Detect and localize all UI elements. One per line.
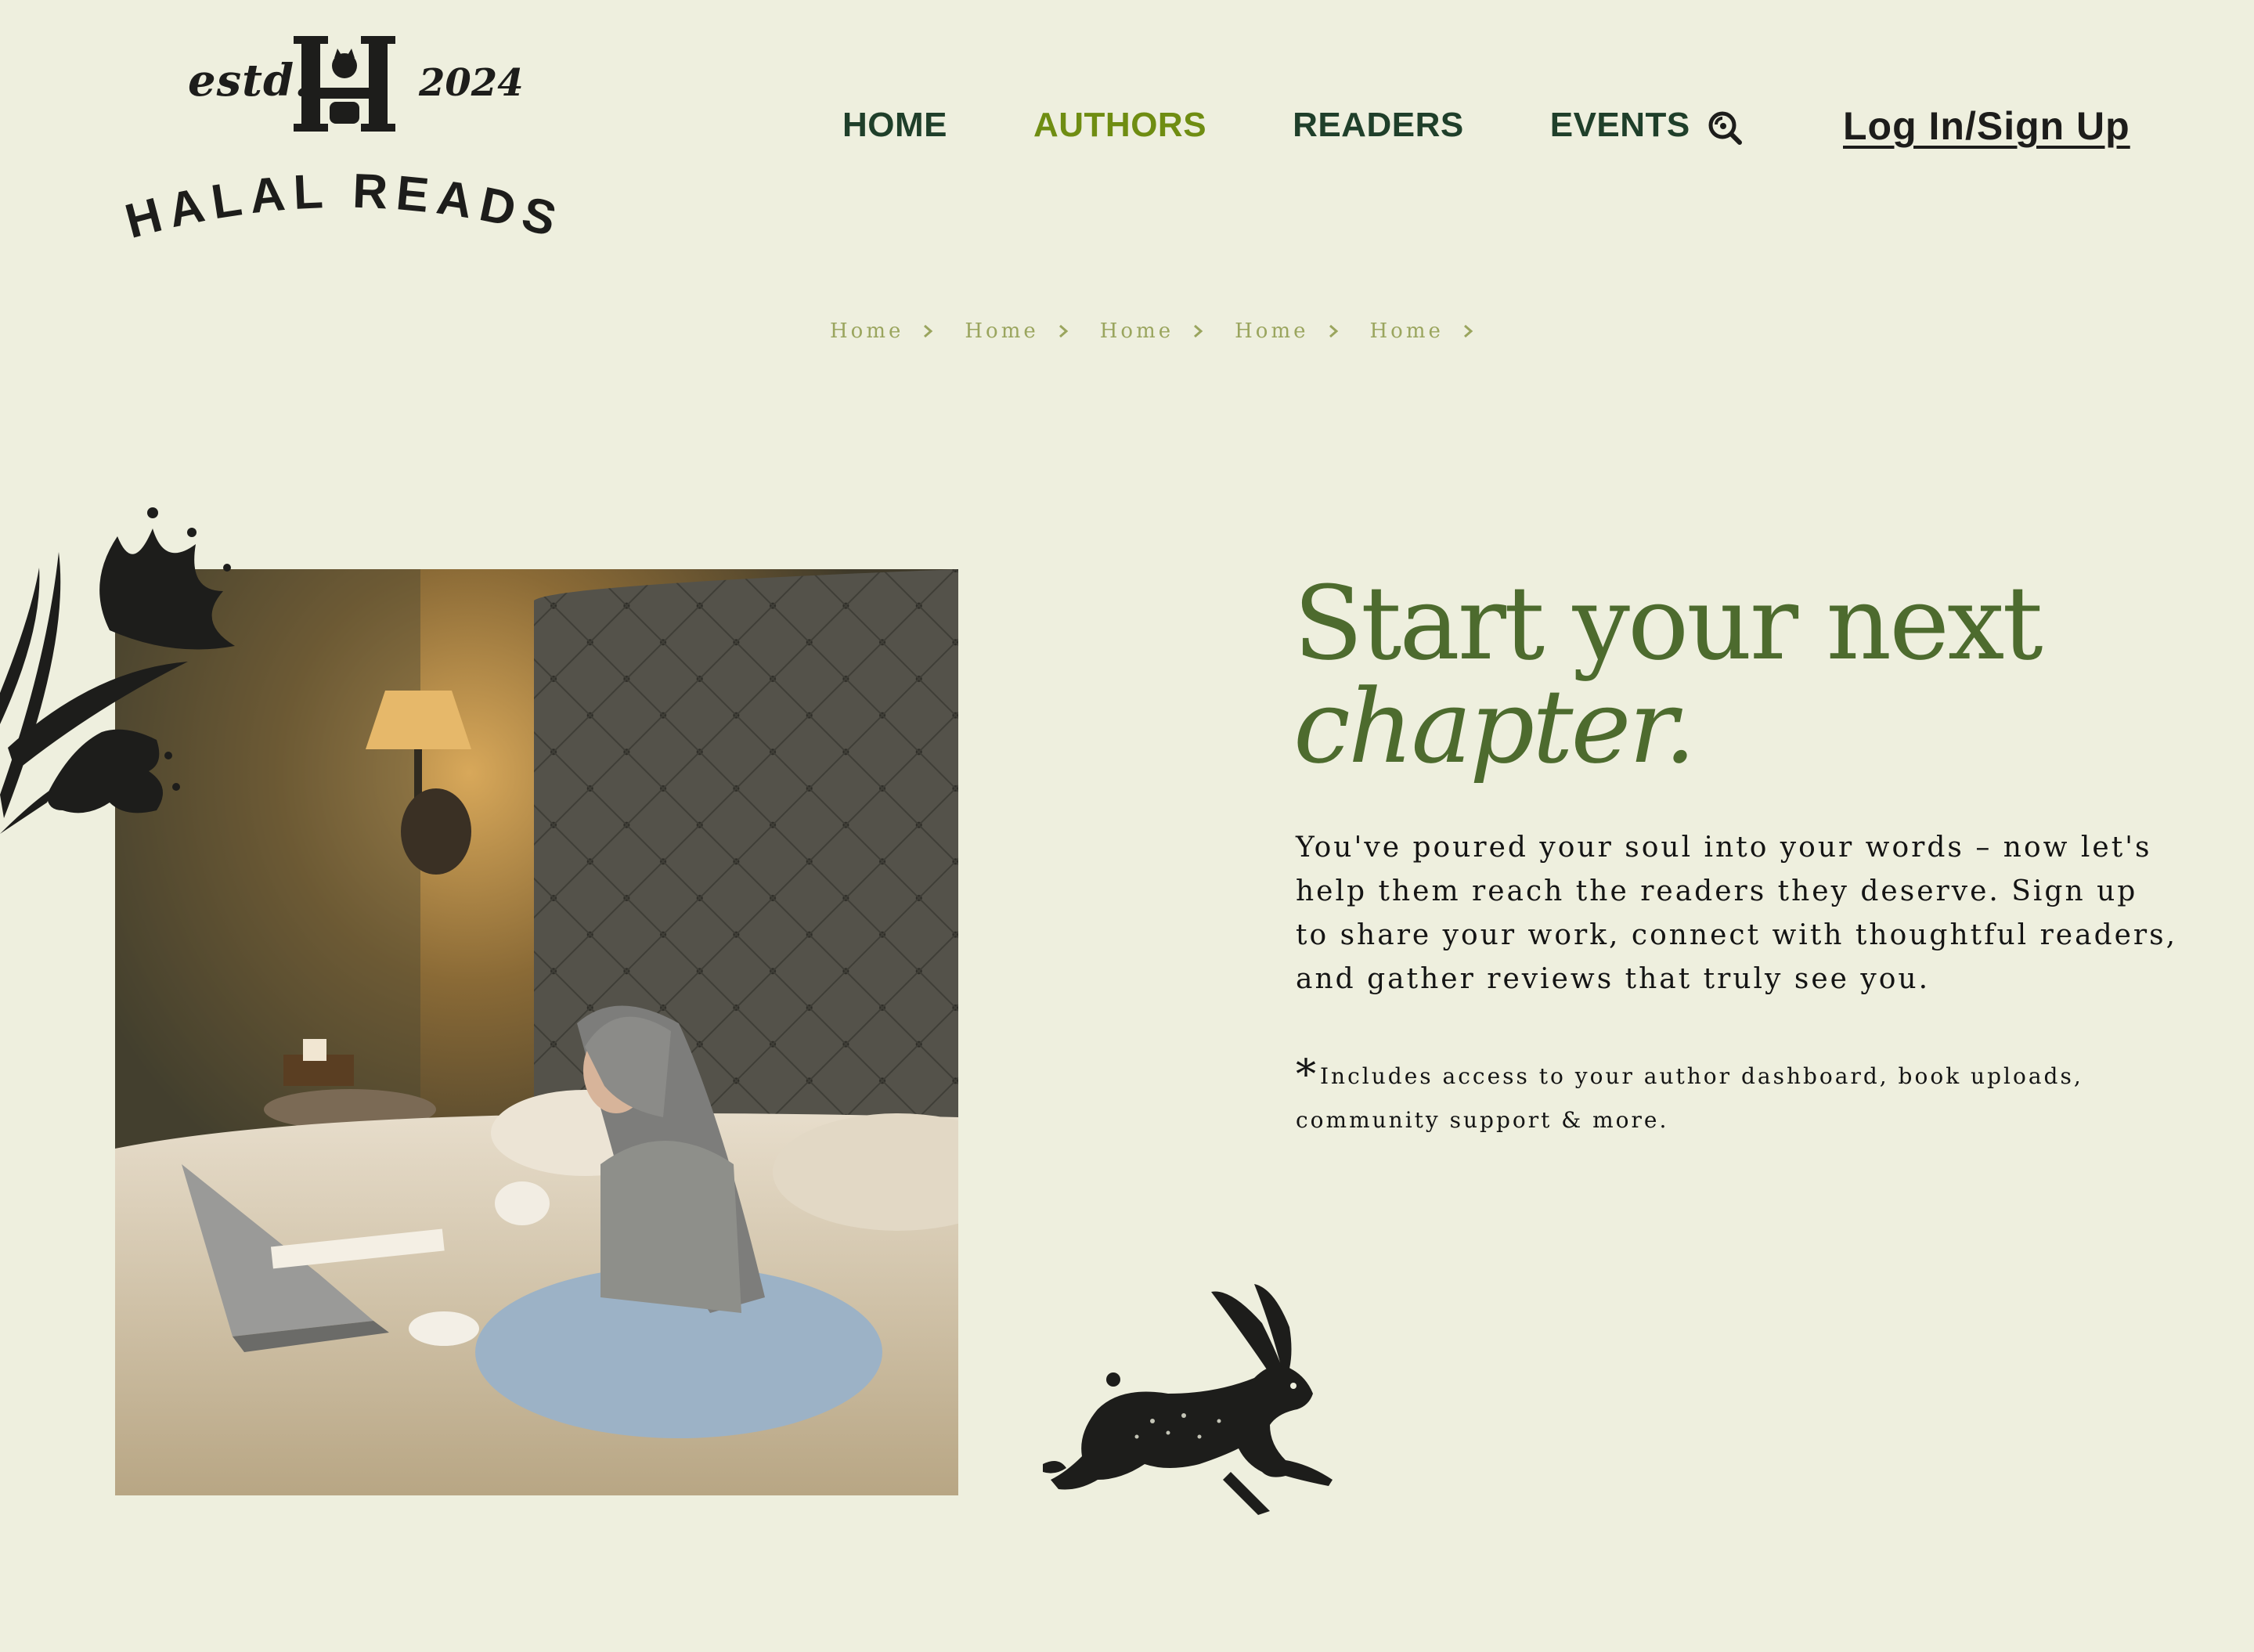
breadcrumb-item: Home [1235,319,1340,343]
breadcrumb-link[interactable]: Home [1100,319,1174,343]
chevron-right-icon [1194,324,1203,338]
breadcrumb-link[interactable]: Home [965,319,1038,343]
nav-events[interactable]: EVENTS [1550,106,1690,145]
nav-home[interactable]: HOME [842,106,947,145]
hero-headline-line2: chapter. [1293,667,1697,786]
note-text: Includes access to your author dashboard… [1296,1063,2083,1133]
main-nav: HOME AUTHORS READERS EVENTS [842,106,1776,145]
chevron-right-icon [1329,324,1338,338]
breadcrumb-item: Home [1370,319,1475,343]
search-icon[interactable] [1707,110,1743,146]
chevron-right-icon [924,324,933,338]
hero-body: You've poured your soul into your words … [1296,831,2178,995]
brand-logo[interactable]: estd. 2024 HALAL READS [110,31,579,249]
hero-note: *Includes access to your author dashboar… [1296,1053,2157,1142]
breadcrumb: Home Home Home Home Home [830,319,1505,343]
hero-headline-line1: Start your next [1293,564,2043,683]
logo-wordmark: HALAL READS [120,164,569,249]
logo-estd: estd. [188,55,311,106]
breadcrumb-link[interactable]: Home [1235,319,1308,343]
chevron-right-icon [1058,324,1069,338]
nav-readers[interactable]: READERS [1293,106,1464,145]
breadcrumb-item: Home [830,319,935,343]
flower-illustration [0,507,235,834]
note-asterisk: * [1296,1051,1318,1098]
logo-monogram-icon [294,36,395,132]
nav-authors[interactable]: AUTHORS [1033,106,1206,145]
breadcrumb-item: Home [1100,319,1205,343]
hare-illustration [1043,1284,1333,1515]
chevron-right-icon [1463,324,1473,338]
breadcrumb-item: Home [965,319,1069,343]
breadcrumb-link[interactable]: Home [1370,319,1444,343]
svg-text:HALAL READS: HALAL READS [120,164,569,249]
hero-headline: Start your next chapter. [1293,572,2155,778]
logo-year: 2024 [419,61,524,105]
login-signup-link[interactable]: Log In/Sign Up [1843,103,2130,149]
breadcrumb-link[interactable]: Home [830,319,903,343]
